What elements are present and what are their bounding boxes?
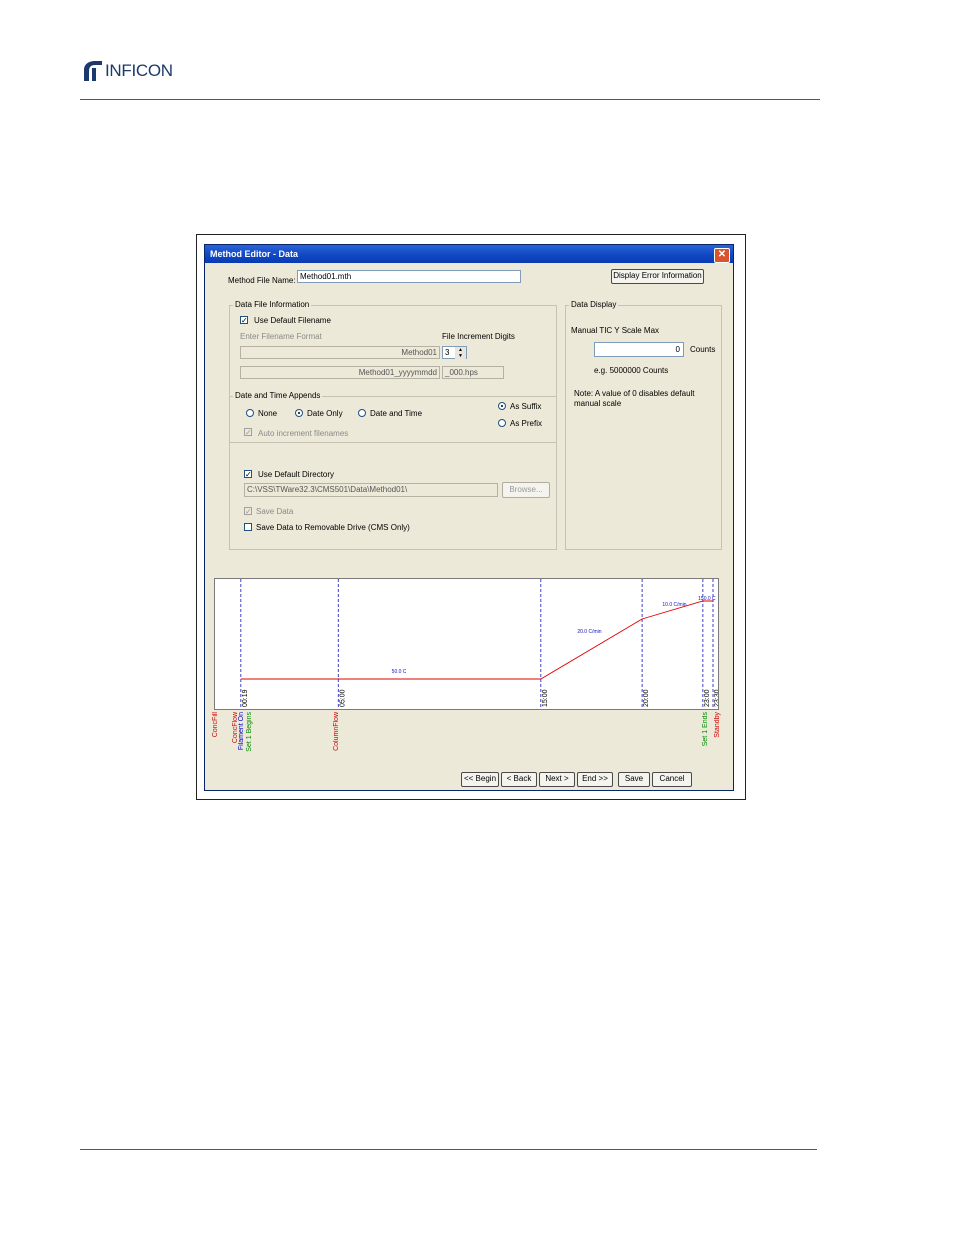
- end-button[interactable]: End >>: [577, 772, 613, 787]
- radio-date-and-time[interactable]: [358, 409, 366, 417]
- window-title: Method Editor - Data: [210, 249, 298, 259]
- radio-as-prefix[interactable]: [498, 419, 506, 427]
- chart-event-label: ConcFill: [211, 712, 219, 738]
- method-file-label: Method File Name:: [228, 276, 296, 285]
- radio-as-suffix-label: As Suffix: [510, 402, 542, 411]
- title-bar: Method Editor - Data ✕: [205, 245, 733, 263]
- time-tick-label: 23:30: [714, 689, 718, 707]
- filename-preview: Method01_yyyymmdd: [240, 366, 440, 379]
- use-default-filename-label: Use Default Filename: [254, 316, 331, 325]
- note-label: Note: A value of 0 disables default manu…: [574, 389, 695, 408]
- chart-event-label: ColumnFlow: [333, 712, 341, 751]
- time-tick-label: 05:00: [339, 689, 346, 707]
- browse-button[interactable]: Browse...: [502, 482, 550, 498]
- directory-divider: [230, 442, 556, 443]
- radio-date-and-time-label: Date and Time: [370, 409, 423, 418]
- spin-down-icon[interactable]: ▼: [455, 353, 466, 359]
- close-icon: ✕: [717, 249, 727, 260]
- save-removable-checkbox[interactable]: [244, 523, 252, 531]
- begin-button[interactable]: << Begin: [461, 772, 499, 787]
- manual-tic-input[interactable]: 0: [594, 342, 684, 357]
- use-default-filename-checkbox[interactable]: ✓: [240, 316, 248, 325]
- directory-path-input[interactable]: C:\VSS\TWare32.3\CMS501\Data\Method01\: [244, 483, 498, 497]
- brand-name: INFICON: [105, 61, 173, 80]
- inficon-logo: INFICON: [80, 60, 173, 82]
- auto-increment-label: Auto increment filenames: [258, 429, 349, 438]
- chart-event-label: Filament On: [238, 712, 246, 751]
- header-rule: [80, 99, 820, 100]
- data-file-info-title: Data File Information: [233, 300, 312, 309]
- segment-label: 20.0 C/min: [577, 629, 601, 635]
- inficon-logo-mark-icon: [84, 61, 102, 81]
- segment-label: 10.0 C/min: [662, 602, 686, 608]
- time-tick-label: 20:00: [643, 689, 650, 707]
- chart-event-label: Set 1 Ends: [701, 712, 709, 747]
- radio-as-prefix-label: As Prefix: [510, 419, 543, 428]
- time-tick-label: 15:00: [542, 689, 549, 707]
- time-tick-label: 23:00: [704, 689, 711, 707]
- date-time-title: Date and Time Appends: [233, 391, 323, 400]
- increment-digits-stepper[interactable]: 3 ▲ ▼: [442, 346, 467, 359]
- radio-date-only[interactable]: [295, 409, 303, 417]
- chart-svg: 00:19 05:00 15:00 20:00 23:00 23:30 50.0 C 20.0…: [240, 579, 718, 709]
- cancel-button[interactable]: Cancel: [652, 772, 692, 787]
- manual-tic-label: Manual TIC Y Scale Max: [571, 326, 660, 335]
- save-data-checkbox[interactable]: ✓: [244, 507, 252, 516]
- radio-none[interactable]: [246, 409, 254, 417]
- radio-date-only-label: Date Only: [307, 409, 343, 418]
- close-button[interactable]: ✕: [714, 248, 730, 263]
- counts-unit-label: Counts: [690, 345, 716, 354]
- method-file-input[interactable]: Method01.mth: [297, 270, 521, 283]
- filename-format-input[interactable]: Method01: [240, 346, 440, 359]
- radio-as-suffix[interactable]: [498, 402, 506, 410]
- segment-label: 50.0 C: [392, 669, 407, 675]
- next-button[interactable]: Next >: [539, 772, 575, 787]
- example-label: e.g. 5000000 Counts: [594, 366, 669, 375]
- enter-filename-format-label: Enter Filename Format: [240, 332, 322, 341]
- time-tick-label: 00:19: [242, 689, 249, 707]
- footer-rule: [80, 1149, 817, 1150]
- save-removable-label: Save Data to Removable Drive (CMS Only): [256, 523, 410, 532]
- display-error-button[interactable]: Display Error Information: [611, 269, 704, 284]
- method-editor-window: Method Editor - Data ✕ Method File Name:…: [204, 244, 734, 791]
- auto-increment-checkbox[interactable]: ✓: [244, 428, 252, 437]
- segment-label: 150.0 C: [698, 596, 716, 602]
- use-default-directory-checkbox[interactable]: ✓: [244, 470, 252, 479]
- filename-suffix-preview: _000.hps: [442, 366, 504, 379]
- data-display-title: Data Display: [569, 300, 619, 309]
- temperature-program-chart: 00:19 05:00 15:00 20:00 23:00 23:30 50.0 C 20.0…: [214, 578, 719, 710]
- chart-event-label: Standby: [714, 712, 722, 738]
- back-button[interactable]: < Back: [501, 772, 537, 787]
- use-default-directory-label: Use Default Directory: [258, 470, 335, 479]
- save-button[interactable]: Save: [618, 772, 650, 787]
- file-increment-digits-label: File Increment Digits: [442, 332, 515, 341]
- save-data-label: Save Data: [256, 507, 294, 516]
- increment-digits-value: 3: [445, 348, 450, 357]
- radio-none-label: None: [258, 409, 278, 418]
- chart-event-label: Set 1 Begins: [246, 712, 254, 752]
